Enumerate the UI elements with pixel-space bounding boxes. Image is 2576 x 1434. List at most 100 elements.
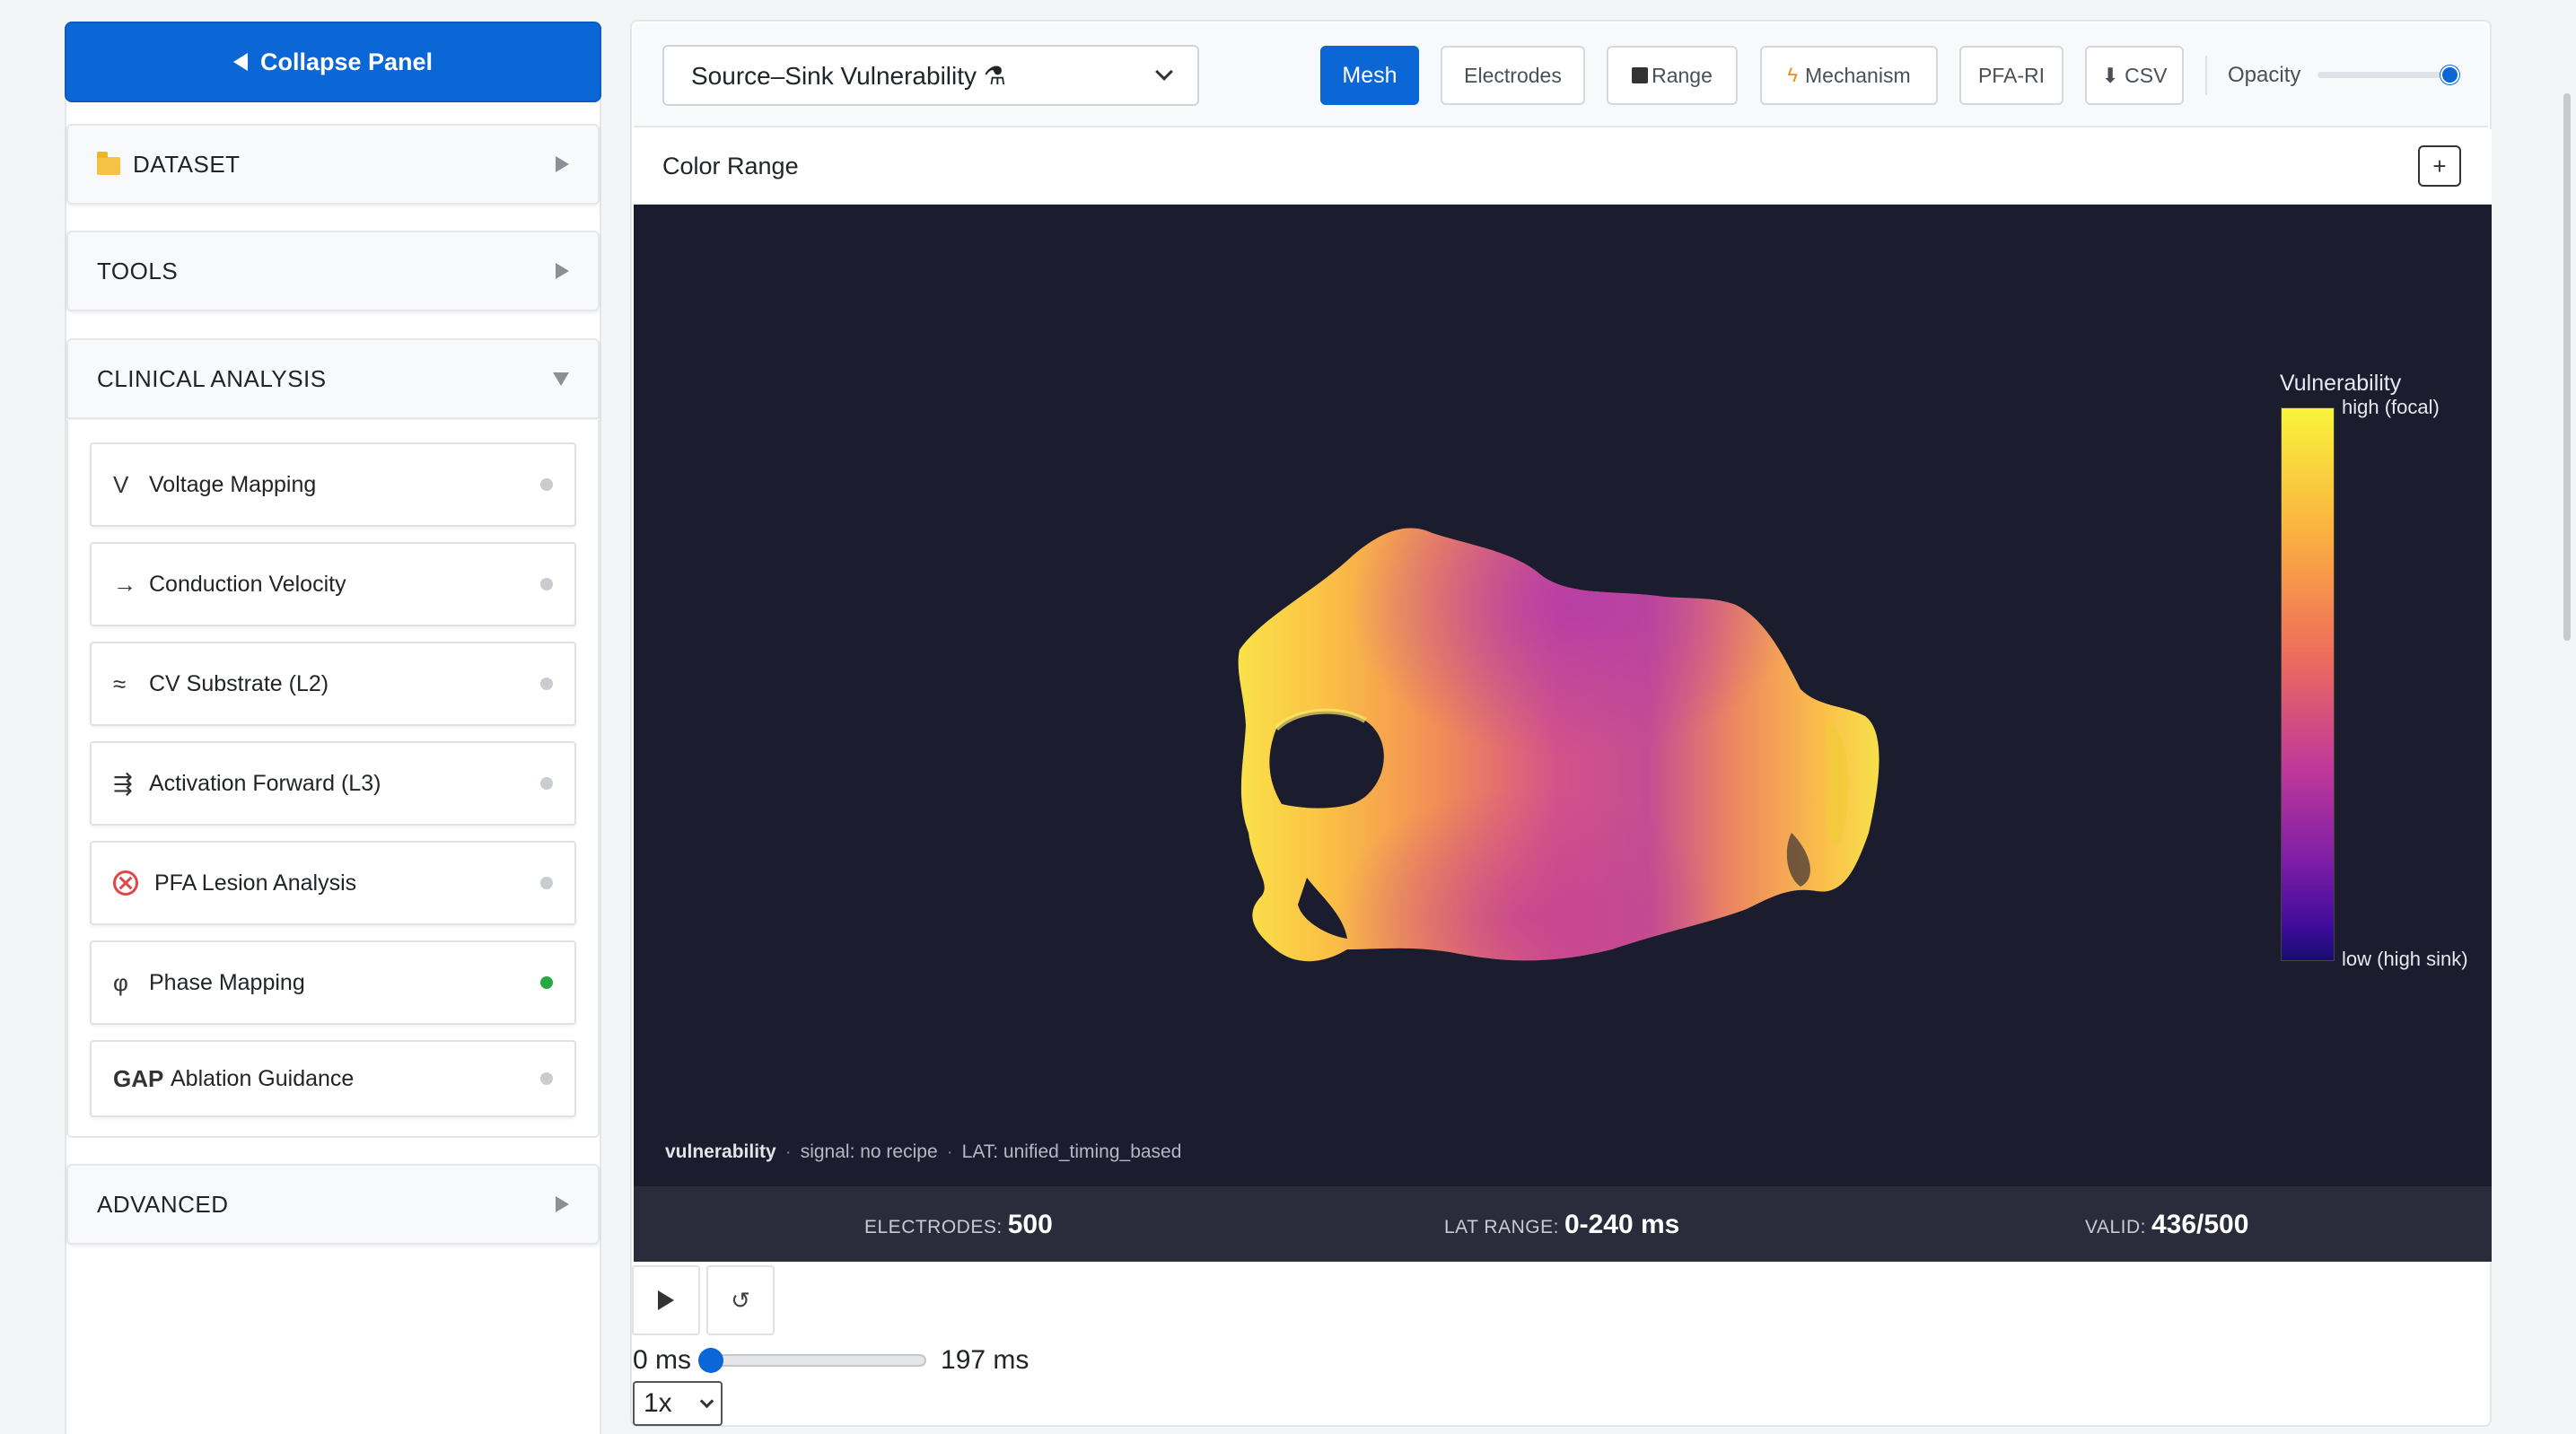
tool-label: CV Substrate (L2) (149, 670, 329, 696)
play-button[interactable] (632, 1265, 700, 1335)
tool-label: Activation Forward (L3) (149, 770, 381, 796)
tool-conduction-velocity[interactable]: → Conduction Velocity (90, 542, 576, 626)
stat-lat-value: 0-240 ms (1564, 1210, 1680, 1239)
stat-electrodes-label: ELECTRODES: (864, 1217, 1003, 1237)
speed-value: 1x (644, 1388, 672, 1418)
stat-lat-range: LAT RANGE: 0-240 ms (1444, 1210, 1679, 1240)
stat-valid-value: 436/500 (2151, 1210, 2249, 1239)
time-slider-handle[interactable] (698, 1348, 724, 1373)
wave-icon: ≈ (113, 669, 127, 697)
mode-select-value: Source–Sink Vulnerability ⚗ (691, 61, 1006, 90)
section-clinical-analysis[interactable]: CLINICAL ANALYSIS (66, 338, 600, 419)
time-slider[interactable] (698, 1348, 927, 1373)
electrodes-label: Electrodes (1464, 63, 1562, 87)
mechanism-button[interactable]: ϟ Mechanism (1760, 46, 1938, 105)
chevron-down-icon (1155, 63, 1173, 81)
csv-label: ⬇ CSV (2101, 63, 2168, 87)
atrium-mesh[interactable] (634, 205, 2492, 1186)
bolt-icon: ϟ (1787, 64, 1799, 86)
mesh-label: Mesh (1342, 62, 1398, 88)
square-icon (1632, 67, 1649, 83)
speed-select[interactable]: 1x (633, 1381, 723, 1426)
page-scrollbar[interactable] (2563, 93, 2571, 641)
status-dot (540, 1072, 553, 1085)
visualization-mode-select[interactable]: Source–Sink Vulnerability ⚗ (662, 45, 1199, 106)
reset-icon: ↺ (731, 1286, 750, 1314)
status-dot (540, 478, 553, 491)
colorbar-gradient (2281, 407, 2335, 961)
triple-arrow-icon: ⇶ (113, 769, 133, 797)
stat-electrodes-value: 500 (1007, 1210, 1053, 1239)
stats-bar: ELECTRODES: 500 LAT RANGE: 0-240 ms VALID:… (634, 1186, 2492, 1262)
section-advanced-label: ADVANCED (97, 1190, 229, 1218)
tool-phase-mapping[interactable]: φ Phase Mapping (90, 940, 576, 1025)
tool-activation-forward[interactable]: ⇶ Activation Forward (L3) (90, 741, 576, 826)
tool-label: Phase Mapping (149, 969, 305, 995)
tool-pfa-lesion-analysis[interactable]: PFA Lesion Analysis (90, 841, 576, 925)
collapse-panel-button[interactable]: Collapse Panel (65, 22, 601, 102)
colorbar-low-label: low (high sink) (2342, 948, 2468, 970)
expand-arrow-icon (556, 263, 569, 279)
collapse-panel-label: Collapse Panel (259, 48, 434, 75)
color-range-header[interactable]: Color Range + (634, 129, 2492, 205)
reset-button[interactable]: ↺ (706, 1265, 775, 1335)
tool-label: Voltage Mapping (149, 471, 317, 497)
tool-ablation-guidance[interactable]: GAP Ablation Guidance (90, 1040, 576, 1117)
folder-icon (97, 152, 120, 175)
stat-valid-label: VALID: (2085, 1217, 2146, 1237)
csv-download-button[interactable]: ⬇ CSV (2085, 46, 2184, 105)
pfa-ri-button[interactable]: PFA-RI (1959, 46, 2063, 105)
viewer-info-line: vulnerability · signal: no recipe · LAT: uni… (665, 1141, 1182, 1162)
gap-icon: GAP (113, 1064, 164, 1092)
range-button[interactable]: Range (1607, 46, 1738, 105)
toolbar-divider (2205, 56, 2207, 95)
section-clinical-label: CLINICAL ANALYSIS (97, 364, 327, 392)
forbid-icon (113, 870, 138, 896)
time-control-row: 0 ms 197 ms (633, 1342, 1029, 1378)
stat-electrodes: ELECTRODES: 500 (864, 1210, 1053, 1240)
expand-plus-button[interactable]: + (2418, 145, 2461, 187)
collapse-left-icon (232, 53, 248, 71)
status-dot (540, 578, 553, 590)
status-dot (540, 877, 553, 889)
tool-label: Ablation Guidance (171, 1065, 355, 1091)
section-dataset[interactable]: DATASET (66, 124, 600, 205)
expand-arrow-icon (556, 1196, 569, 1212)
info-metric: vulnerability (665, 1141, 776, 1162)
stat-lat-label: LAT RANGE: (1444, 1217, 1559, 1237)
info-signal: signal: no recipe (800, 1141, 938, 1162)
section-tools[interactable]: TOOLS (66, 231, 600, 311)
opacity-label: Opacity (2228, 63, 2301, 87)
tool-label: PFA Lesion Analysis (154, 870, 357, 896)
section-tools-label: TOOLS (97, 257, 179, 284)
pfa-ri-label: PFA-RI (1977, 63, 2046, 87)
opacity-slider[interactable] (2318, 72, 2452, 78)
tool-label: Conduction Velocity (149, 571, 346, 597)
phi-icon: φ (113, 968, 128, 996)
info-lat: LAT: unified_timing_based (961, 1141, 1182, 1162)
play-icon (658, 1290, 674, 1310)
time-start-label: 0 ms (633, 1345, 692, 1375)
time-end-label: 197 ms (941, 1345, 1030, 1375)
colorbar-high-label: high (focal) (2342, 396, 2440, 418)
expand-arrow-icon (556, 156, 569, 172)
chevron-down-icon (699, 1394, 714, 1408)
plus-icon: + (2432, 152, 2447, 179)
3d-viewer-canvas[interactable] (634, 205, 2492, 1186)
electrodes-button[interactable]: Electrodes (1441, 46, 1585, 105)
colorbar-title: Vulnerability (2280, 371, 2402, 396)
collapse-arrow-icon (553, 372, 569, 386)
stat-valid: VALID: 436/500 (2085, 1210, 2248, 1240)
status-dot (540, 678, 553, 690)
range-label: Range (1652, 63, 1713, 87)
opacity-slider-handle[interactable] (2440, 66, 2459, 84)
arrow-right-icon: → (113, 570, 136, 598)
section-advanced[interactable]: ADVANCED (66, 1164, 600, 1245)
tool-cv-substrate[interactable]: ≈ CV Substrate (L2) (90, 642, 576, 726)
section-dataset-label: DATASET (133, 150, 241, 178)
voltage-icon: V (113, 470, 129, 498)
mechanism-label: Mechanism (1805, 63, 1911, 87)
status-dot (540, 777, 553, 790)
mesh-button[interactable]: Mesh (1320, 46, 1419, 105)
tool-voltage-mapping[interactable]: V Voltage Mapping (90, 442, 576, 527)
